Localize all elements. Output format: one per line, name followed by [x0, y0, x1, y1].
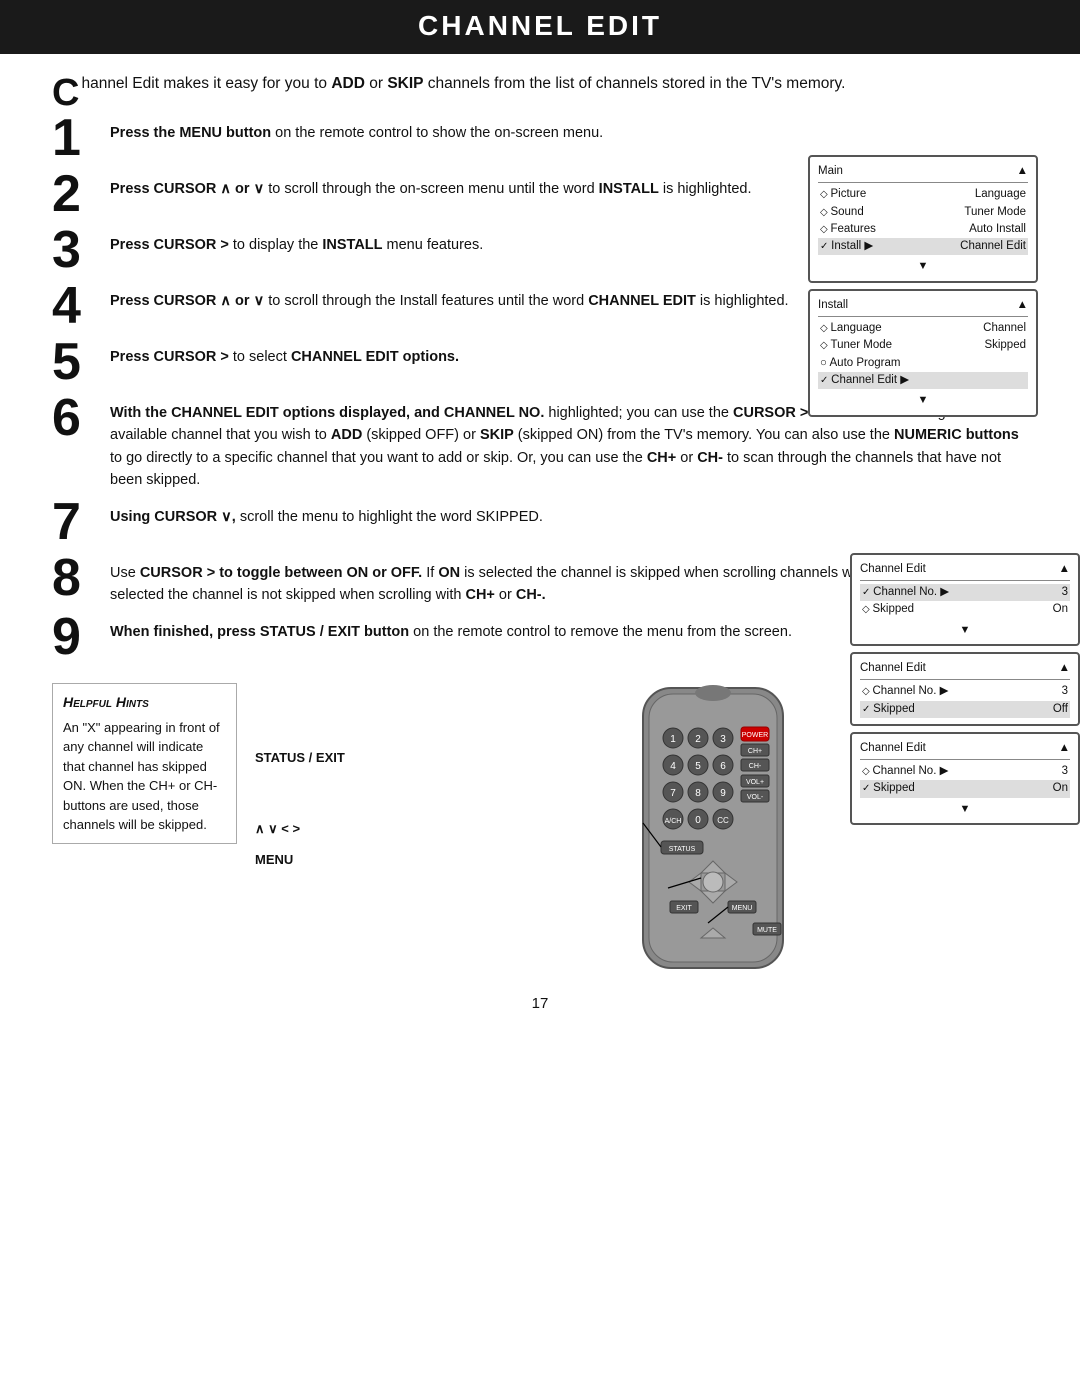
screen-screen4: Channel Edit▲ Channel No. ▶ 3 Skipped Of…: [850, 652, 1080, 726]
screen-row: Skipped On: [860, 601, 1070, 618]
screen-row: ○ Auto Program: [818, 355, 1028, 372]
screen-row: Channel No. ▶ 3: [860, 763, 1070, 780]
screen-row: Channel No. ▶ 3: [860, 584, 1070, 601]
screen-row: Picture Language: [818, 186, 1028, 203]
svg-text:CH-: CH-: [748, 763, 761, 770]
page-title: CHANNEL EDIT: [0, 0, 1080, 54]
step-number: 4: [52, 280, 110, 332]
screen-screen2: Install▲ Language Channel Tuner Mode Ski…: [808, 289, 1038, 417]
svg-text:3: 3: [720, 734, 726, 745]
step-number: 8: [52, 552, 110, 604]
screen-row: Language Channel: [818, 320, 1028, 337]
screen-header: Main▲: [818, 163, 1028, 183]
svg-text:CC: CC: [717, 816, 729, 825]
page-number: 17: [0, 995, 1080, 1030]
helpful-hints-box: Helpful Hints An "X" appearing in front …: [52, 683, 237, 844]
dropcap: C: [52, 74, 79, 112]
intro-text2: channels from the list of channels store…: [424, 75, 846, 92]
screen-header: Channel Edit▲: [860, 561, 1070, 581]
screen-screen5: Channel Edit▲ Channel No. ▶ 3 Skipped On…: [850, 732, 1080, 825]
screen-screen1: Main▲ Picture Language Sound Tuner Mode …: [808, 155, 1038, 283]
step-number: 1: [52, 112, 110, 164]
step-number: 2: [52, 168, 110, 220]
screen-arrow-down: ▼: [818, 258, 1028, 275]
screen-row: Install ▶ Channel Edit: [818, 238, 1028, 255]
step-number: 9: [52, 611, 110, 663]
svg-text:MENU: MENU: [731, 905, 752, 912]
screen-row: Sound Tuner Mode: [818, 204, 1028, 221]
screen-screen3: Channel Edit▲ Channel No. ▶ 3 Skipped On…: [850, 553, 1080, 646]
svg-text:EXIT: EXIT: [676, 905, 692, 912]
screen-header: Channel Edit▲: [860, 740, 1070, 760]
svg-text:9: 9: [720, 788, 726, 799]
step-number: 3: [52, 224, 110, 276]
step-content: Press the MENU button on the remote cont…: [110, 118, 1028, 144]
intro-paragraph: C hannel Edit makes it easy for you to A…: [0, 72, 1080, 96]
svg-text:7: 7: [670, 788, 676, 799]
step-content: Using CURSOR ∨, scroll the menu to highl…: [110, 502, 1028, 528]
svg-text:6: 6: [720, 761, 726, 772]
screen-arrow-down: ▼: [818, 392, 1028, 409]
intro-text: hannel Edit makes it easy for you to: [81, 75, 331, 92]
svg-text:VOL-: VOL-: [746, 794, 763, 801]
svg-text:1: 1: [670, 734, 676, 745]
screen-arrow-down: ▼: [860, 622, 1070, 639]
intro-mid1: or: [365, 75, 387, 92]
screen-panels-top: Main▲ Picture Language Sound Tuner Mode …: [808, 155, 1038, 417]
screen-row: Skipped On: [860, 780, 1070, 797]
screen-row: Skipped Off: [860, 701, 1070, 718]
step-number: 6: [52, 392, 110, 444]
screen-row: Features Auto Install: [818, 221, 1028, 238]
svg-text:VOL+: VOL+: [745, 779, 763, 786]
svg-text:0: 0: [695, 815, 701, 826]
intro-bold2: SKIP: [387, 75, 423, 92]
screen-panels-bottom: Channel Edit▲ Channel No. ▶ 3 Skipped On…: [850, 553, 1080, 825]
screen-row: Channel No. ▶ 3: [860, 683, 1070, 700]
intro-bold1: ADD: [331, 75, 365, 92]
svg-text:CH+: CH+: [747, 748, 761, 755]
screen-arrow-down: ▼: [860, 801, 1070, 818]
status-exit-label: STATUS / EXIT ∧ ∨ < > MENU: [255, 751, 345, 866]
svg-text:STATUS: STATUS: [668, 846, 695, 853]
svg-text:A/CH: A/CH: [664, 818, 681, 825]
step-number: 7: [52, 496, 110, 548]
remote-image: 1 2 3 POWER CH+ 4 5: [613, 683, 813, 977]
svg-text:8: 8: [695, 788, 701, 799]
arrows-label: ∧ ∨ < >: [255, 822, 345, 835]
svg-text:4: 4: [670, 761, 676, 772]
step-number: 5: [52, 336, 110, 388]
hint-text: An "X" appearing in front of any channel…: [63, 718, 226, 835]
screen-row: Channel Edit ▶: [818, 372, 1028, 389]
svg-text:MUTE: MUTE: [757, 927, 777, 934]
hint-title: Helpful Hints: [63, 692, 226, 713]
svg-text:POWER: POWER: [741, 732, 767, 739]
svg-text:2: 2: [695, 734, 701, 745]
screen-row: Tuner Mode Skipped: [818, 337, 1028, 354]
step-item: 7 Using CURSOR ∨, scroll the menu to hig…: [52, 502, 1028, 548]
svg-text:5: 5: [695, 761, 701, 772]
screen-header: Install▲: [818, 297, 1028, 317]
screen-header: Channel Edit▲: [860, 660, 1070, 680]
menu-label: MENU: [255, 853, 345, 866]
